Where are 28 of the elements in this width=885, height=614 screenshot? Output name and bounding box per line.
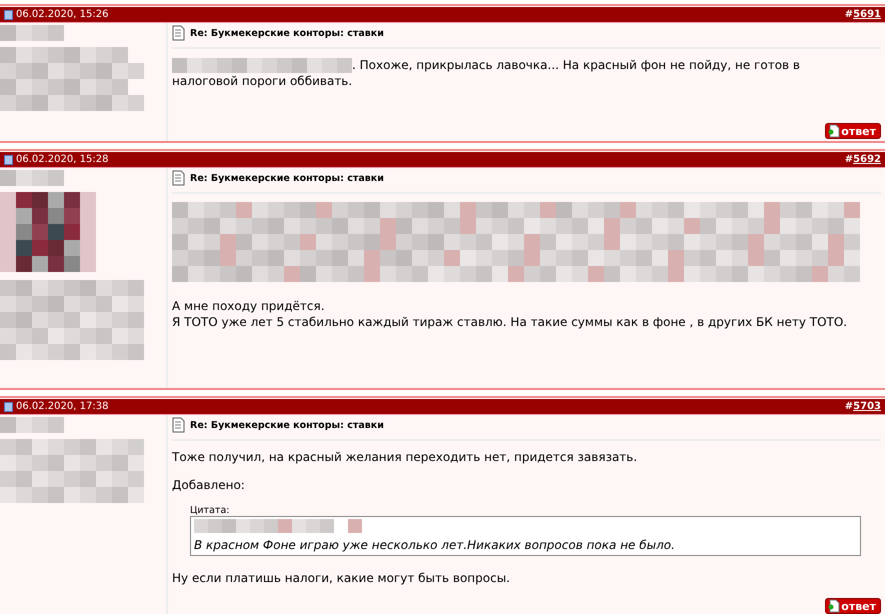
post-date: 06.02.2020, 15:28 bbox=[16, 154, 108, 165]
document-icon bbox=[4, 402, 13, 412]
post-text: Тоже получил, на красный желания переходить нет, придется завязать. bbox=[172, 449, 638, 465]
document-icon bbox=[4, 154, 13, 164]
post-text: А мне походу придётся. Я ТОТО уже лет 5 стабильно каждый тираж ставлю. На такие суммы как в фоне , в других БК нету ТОТО. bbox=[172, 298, 848, 330]
hash-sign: # bbox=[844, 154, 854, 165]
post-title: Re: Букмекерские конторы: ставки bbox=[190, 28, 384, 38]
document-icon bbox=[4, 10, 13, 20]
post-title: Re: Букмекерские конторы: ставки bbox=[190, 420, 384, 430]
reply-button[interactable]: ответ bbox=[825, 123, 881, 139]
post-date: 06.02.2020, 17:38 bbox=[16, 401, 108, 412]
post-text: Ну если платишь налоги, какие могут быть вопросы. bbox=[172, 570, 511, 586]
post-number-link[interactable]: 5691 bbox=[853, 9, 881, 20]
page-plus-icon bbox=[828, 124, 840, 138]
quote-text: В красном Фоне играю уже несколько лет.Никаких вопросов пока не было. bbox=[190, 516, 861, 556]
hash-sign: # bbox=[844, 401, 854, 412]
note-icon bbox=[172, 417, 185, 433]
hash-sign: # bbox=[844, 9, 854, 20]
post-text: Добавлено: bbox=[172, 477, 246, 493]
post-text: . Похоже, прикрылась лавочка... На красный фон не пойду, не готов в налоговой пороги оббивать. bbox=[172, 57, 801, 90]
post-title: Re: Букмекерские конторы: ставки bbox=[190, 172, 384, 184]
note-icon bbox=[172, 170, 185, 186]
post-number-link[interactable]: 5692 bbox=[853, 154, 881, 165]
post-date: 06.02.2020, 15:26 bbox=[16, 9, 108, 20]
quote-label: Цитата: bbox=[190, 505, 230, 516]
post-number-link[interactable]: 5703 bbox=[853, 401, 881, 412]
note-icon bbox=[172, 25, 185, 41]
reply-button[interactable]: ответ bbox=[825, 598, 881, 614]
